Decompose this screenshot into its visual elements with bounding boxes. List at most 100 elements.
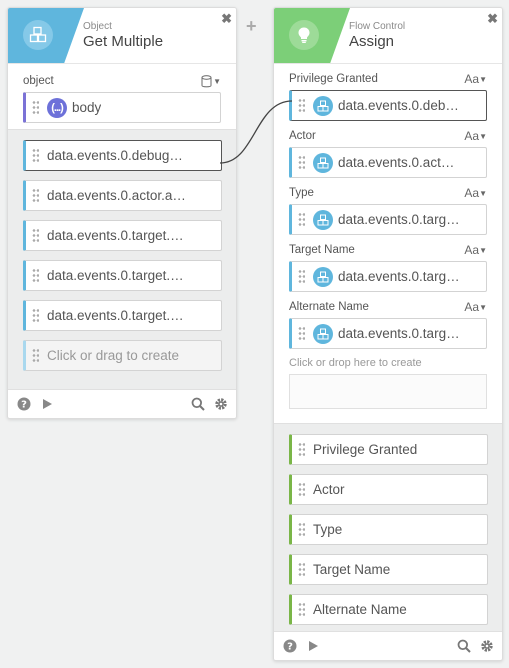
field-label: Privilege Granted xyxy=(289,73,378,85)
output-pill[interactable]: data.events.0.target.… xyxy=(23,300,222,331)
type-toggle[interactable]: Aa▼ xyxy=(464,129,487,143)
output-label: Actor xyxy=(313,482,345,497)
gear-icon[interactable] xyxy=(213,397,228,412)
output-label: data.events.0.target.… xyxy=(47,308,184,323)
create-output-pill[interactable]: Click or drag to create xyxy=(23,340,222,371)
type-toggle[interactable]: Aa▼ xyxy=(464,186,487,200)
close-icon[interactable]: ✖ xyxy=(221,11,232,27)
field-input-pill[interactable]: data.events.0.targ… xyxy=(289,204,487,235)
drag-handle-icon[interactable] xyxy=(32,147,39,164)
outputs-section: data.events.0.debug… data.events.0.actor… xyxy=(8,129,236,391)
gear-icon[interactable] xyxy=(479,639,494,654)
drop-zone[interactable] xyxy=(289,374,487,409)
output-label: Target Name xyxy=(313,562,391,577)
input-value: body xyxy=(72,100,102,115)
type-toggle[interactable]: Aa▼ xyxy=(464,72,487,86)
output-pill[interactable]: Type xyxy=(289,514,488,545)
type-toggle[interactable]: Aa▼ xyxy=(464,300,487,314)
field-label: object xyxy=(23,75,54,87)
field-value: data.events.0.deb… xyxy=(338,98,459,113)
drag-handle-icon[interactable] xyxy=(298,441,305,458)
field-input-pill[interactable]: data.events.0.targ… xyxy=(289,318,487,349)
drag-handle-icon[interactable] xyxy=(298,521,305,538)
output-pill[interactable]: data.events.0.debug… xyxy=(23,140,222,171)
output-pill[interactable]: data.events.0.target.… xyxy=(23,220,222,251)
node-header[interactable]: Flow Control Assign ✖ xyxy=(274,8,502,64)
node-category: Flow Control xyxy=(349,21,406,32)
object-cubes-icon xyxy=(313,323,333,344)
drag-handle-icon[interactable] xyxy=(32,267,39,284)
object-cubes-icon xyxy=(23,20,53,50)
drag-handle-icon[interactable] xyxy=(298,97,305,114)
drag-handle-icon[interactable] xyxy=(32,227,39,244)
output-label: data.events.0.debug… xyxy=(47,148,183,163)
field-label: Alternate Name xyxy=(289,301,369,313)
drag-handle-icon[interactable] xyxy=(298,481,305,498)
node-category: Object xyxy=(83,21,112,32)
drag-handle-icon[interactable] xyxy=(298,211,305,228)
caret-down-icon: ▼ xyxy=(479,303,487,312)
drop-hint: Click or drop here to create xyxy=(289,357,422,369)
output-pill[interactable]: Target Name xyxy=(289,554,488,585)
search-icon[interactable] xyxy=(190,397,205,412)
field-label-row: Type Aa▼ xyxy=(289,184,487,202)
inputs-section: Privilege Granted Aa▼ data.events.0.deb…… xyxy=(274,64,502,423)
output-label: Alternate Name xyxy=(313,602,407,617)
caret-down-icon: ▼ xyxy=(479,75,487,84)
drag-handle-icon[interactable] xyxy=(298,325,305,342)
create-placeholder: Click or drag to create xyxy=(47,348,180,363)
drag-handle-icon[interactable] xyxy=(32,307,39,324)
svg-text:?: ? xyxy=(21,400,27,411)
assign-node[interactable]: Flow Control Assign ✖ Privilege Granted … xyxy=(273,7,503,661)
field-label-row: Actor Aa▼ xyxy=(289,127,487,145)
output-pill[interactable]: data.events.0.actor.a… xyxy=(23,180,222,211)
drag-handle-icon[interactable] xyxy=(298,154,305,171)
close-icon[interactable]: ✖ xyxy=(487,11,498,27)
type-toggle[interactable]: Aa▼ xyxy=(464,243,487,257)
caret-down-icon: ▼ xyxy=(479,132,487,141)
output-pill[interactable]: Actor xyxy=(289,474,488,505)
node-footer: ? xyxy=(8,389,236,418)
add-connector-icon[interactable]: + xyxy=(246,16,257,37)
node-title: Get Multiple xyxy=(83,33,164,50)
field-label-row: Alternate Name Aa▼ xyxy=(289,298,487,316)
field-label-row: Target Name Aa▼ xyxy=(289,241,487,259)
drag-handle-icon[interactable] xyxy=(298,268,305,285)
help-icon[interactable]: ? xyxy=(16,397,31,412)
field-label-row: Privilege Granted Aa▼ xyxy=(289,70,487,88)
output-label: data.events.0.target.… xyxy=(47,268,184,283)
field-input-pill[interactable]: data.events.0.deb… xyxy=(289,90,487,121)
drag-handle-icon[interactable] xyxy=(32,187,39,204)
variable-badge-icon: (...) xyxy=(47,97,67,118)
field-label-row: object ▼ xyxy=(23,72,221,90)
object-cubes-icon xyxy=(313,266,333,287)
drag-handle-icon[interactable] xyxy=(298,601,305,618)
drag-handle-icon[interactable] xyxy=(298,561,305,578)
object-cubes-icon xyxy=(313,209,333,230)
help-icon[interactable]: ? xyxy=(282,639,297,654)
drag-handle-icon[interactable] xyxy=(32,99,39,116)
object-cubes-icon xyxy=(313,152,333,173)
node-header[interactable]: Object Get Multiple ✖ xyxy=(8,8,236,64)
lightbulb-icon xyxy=(289,20,319,50)
field-label: Type xyxy=(289,187,314,199)
node-footer: ? xyxy=(274,631,502,660)
output-pill[interactable]: Alternate Name xyxy=(289,594,488,625)
input-variable-pill[interactable]: (...) body xyxy=(23,92,221,123)
database-dropdown-icon[interactable]: ▼ xyxy=(201,74,221,88)
field-label: Target Name xyxy=(289,244,355,256)
field-label: Actor xyxy=(289,130,316,142)
get-multiple-node[interactable]: Object Get Multiple ✖ object ▼ (...) bod… xyxy=(7,7,237,419)
field-input-pill[interactable]: data.events.0.targ… xyxy=(289,261,487,292)
drag-handle-icon[interactable] xyxy=(32,347,39,364)
run-icon[interactable] xyxy=(305,639,320,654)
output-pill[interactable]: Privilege Granted xyxy=(289,434,488,465)
outputs-section: Privilege Granted Actor Type Target Name… xyxy=(274,423,502,645)
output-pill[interactable]: data.events.0.target.… xyxy=(23,260,222,291)
field-value: data.events.0.targ… xyxy=(338,269,460,284)
caret-down-icon: ▼ xyxy=(479,246,487,255)
field-input-pill[interactable]: data.events.0.act… xyxy=(289,147,487,178)
run-icon[interactable] xyxy=(39,397,54,412)
output-label: data.events.0.target.… xyxy=(47,228,184,243)
search-icon[interactable] xyxy=(456,639,471,654)
